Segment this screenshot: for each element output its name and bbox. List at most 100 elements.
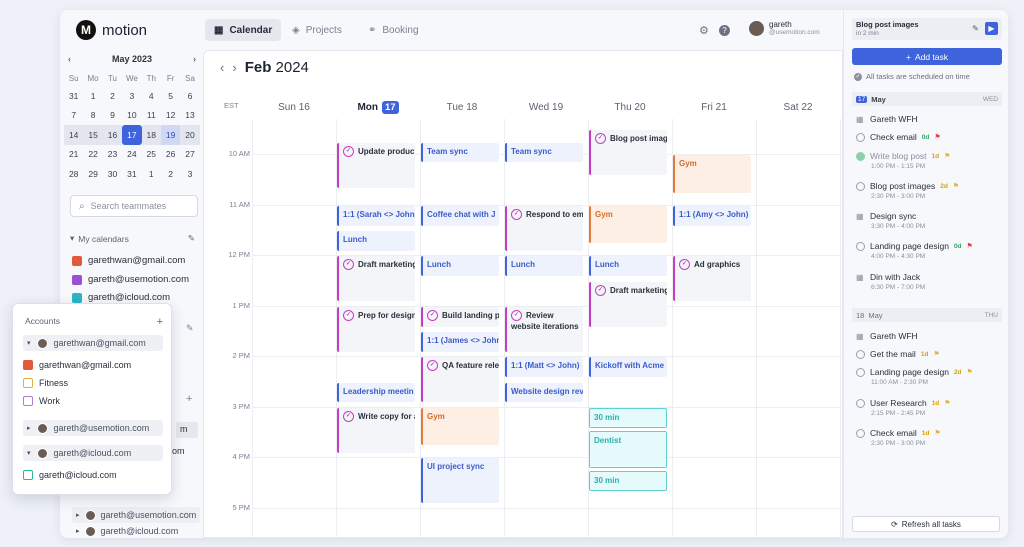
calendar-event[interactable]: Website design rev (505, 382, 583, 403)
mini-day[interactable]: 9 (103, 106, 122, 126)
edit-pencil-icon[interactable]: ✎ (186, 323, 194, 334)
mini-day[interactable]: 27 (180, 145, 199, 165)
calendar-item[interactable]: gareth@usemotion.com (72, 274, 189, 285)
day-header[interactable]: Sun 16 (252, 95, 336, 119)
mini-day[interactable]: 22 (83, 145, 102, 165)
task-item[interactable]: Blog post images 2d ⚑ 2:30 PM - 3:00 PM (856, 181, 1004, 200)
mini-day[interactable]: 16 (102, 125, 123, 145)
task-checkbox-icon[interactable] (856, 151, 865, 161)
help-icon[interactable]: ? (719, 25, 730, 36)
task-checkbox-icon[interactable] (856, 349, 865, 359)
add-account-plus-icon[interactable]: + (157, 316, 163, 328)
mini-day[interactable]: 29 (83, 164, 102, 184)
refresh-tasks-button[interactable]: ⟳ Refresh all tasks (852, 516, 1000, 532)
calendar-item[interactable]: gareth@icloud.com (72, 292, 170, 303)
calendar-event[interactable]: Write copy for a (337, 407, 415, 453)
calendar-event[interactable]: Ad graphics (673, 256, 751, 302)
task-item[interactable]: Write blog post 1d ⚑ 1:00 PM - 1:15 PM (856, 151, 1004, 170)
calendar-item[interactable]: garethwan@gmail.com (72, 255, 185, 266)
mini-day[interactable]: 2 (103, 86, 122, 106)
mini-day[interactable]: 15 (83, 125, 103, 145)
tab-booking[interactable]: ⚭ Booking (359, 19, 428, 41)
calendar-event[interactable]: 30 min (589, 407, 667, 428)
mini-day[interactable]: 10 (122, 106, 141, 126)
add-plus-icon[interactable]: + (186, 393, 192, 405)
calendar-event[interactable]: Dentist (589, 430, 667, 468)
task-item[interactable]: ▦ Din with Jack 6:30 PM - 7:00 PM (856, 272, 1004, 291)
mini-day[interactable]: 17 (122, 125, 142, 145)
task-item[interactable]: ▦ Gareth WFH (856, 114, 1004, 124)
calendar-event[interactable]: Blog post imag (589, 130, 667, 176)
task-item[interactable]: ▦ Gareth WFH (856, 331, 1004, 341)
task-item[interactable]: Landing page design 0d ⚑ 4:00 PM - 4:30 PM (856, 241, 1004, 260)
calendar-event[interactable]: Respond to em (505, 205, 583, 251)
calendar-event[interactable]: 1:1 (Sarah <> John (337, 205, 415, 226)
mini-day[interactable]: 20 (180, 125, 200, 145)
calendar-event[interactable]: 1:1 (James <> John (421, 332, 499, 352)
prev-month-chevron-icon[interactable]: ‹ (68, 54, 71, 64)
tab-projects[interactable]: ◈ Projects (283, 19, 351, 41)
calendar-event[interactable]: Team sync (421, 142, 499, 163)
account-group-icloud[interactable]: ▾ gareth@icloud.com (23, 445, 163, 461)
mini-day[interactable]: 3 (180, 164, 199, 184)
task-item[interactable]: Check email 0d ⚑ (856, 132, 1004, 142)
mini-day[interactable]: 12 (161, 106, 180, 126)
prev-week-chevron-icon[interactable]: ‹ (220, 60, 224, 75)
calendar-event[interactable]: Gym (589, 205, 667, 244)
calendar-item[interactable]: Fitness (23, 378, 163, 388)
mini-day[interactable]: 21 (64, 145, 83, 165)
task-checkbox-icon[interactable] (856, 132, 865, 142)
mini-day[interactable]: 7 (64, 106, 83, 126)
calendar-event[interactable]: UI project sync (421, 458, 499, 504)
checkbox[interactable] (23, 470, 33, 480)
add-task-button[interactable]: + Add task (852, 48, 1002, 65)
calendar-event[interactable]: Build landing p (421, 306, 499, 327)
mini-day[interactable]: 30 (103, 164, 122, 184)
calendar-event[interactable]: Update produc (337, 142, 415, 188)
task-checkbox-icon[interactable] (856, 181, 865, 191)
week-grid[interactable]: 10 AM 11 AM 12 PM 1 PM 2 PM 3 PM 4 PM 5 PM Updat… (228, 119, 844, 538)
mini-day[interactable]: 23 (103, 145, 122, 165)
account-group-gmail[interactable]: ▾ garethwan@gmail.com (23, 335, 163, 351)
mini-day[interactable]: 19 (160, 125, 181, 145)
my-calendars-header[interactable]: ▾ My calendars ✎ (70, 233, 195, 244)
task-item[interactable]: Landing page design 2d ⚑ 11:00 AM - 2:30 PM (856, 367, 1004, 386)
calendar-event[interactable]: Team sync (505, 142, 583, 163)
calendar-event[interactable]: Lunch (337, 231, 415, 251)
mini-day[interactable]: 31 (122, 164, 141, 184)
day-header[interactable]: Wed 19 (504, 95, 588, 119)
mini-day[interactable]: 25 (142, 145, 161, 165)
edit-pencil-icon[interactable]: ✎ (188, 233, 195, 244)
day-header[interactable]: Sat 22 (756, 95, 840, 119)
calendar-event[interactable]: 30 min (589, 470, 667, 491)
day-header[interactable]: Mon 17 (336, 95, 420, 119)
calendar-item[interactable]: garethwan@gmail.com (23, 360, 163, 370)
task-item[interactable]: ▦ Design sync 3:30 PM - 4:00 PM (856, 211, 1004, 230)
mini-day[interactable]: 4 (142, 86, 161, 106)
mini-day[interactable]: 5 (161, 86, 180, 106)
calendar-event[interactable]: Lunch (505, 256, 583, 277)
task-checkbox-icon[interactable] (856, 367, 865, 377)
mini-day[interactable]: 31 (64, 86, 83, 106)
task-checkbox-icon[interactable] (856, 241, 865, 251)
calendar-event[interactable]: Draft marketing (589, 281, 667, 327)
next-week-chevron-icon[interactable]: › (232, 60, 236, 75)
next-month-chevron-icon[interactable]: › (193, 54, 196, 64)
logo[interactable]: M motion (76, 20, 147, 40)
account-group-usemotion[interactable]: ▸ gareth@usemotion.com (23, 420, 163, 436)
mini-day[interactable]: 6 (180, 86, 199, 106)
mini-day[interactable]: 8 (83, 106, 102, 126)
task-checkbox-icon[interactable] (856, 398, 865, 408)
checkbox[interactable] (23, 378, 33, 388)
mini-day[interactable]: 18 (141, 125, 161, 145)
day-header[interactable]: Fri 21 (672, 95, 756, 119)
mini-day[interactable]: 13 (180, 106, 199, 126)
calendar-event[interactable]: QA feature rele (421, 357, 499, 403)
calendar-event[interactable]: Coffee chat with J (421, 205, 499, 226)
account-group-usemotion[interactable]: ▸ gareth@usemotion.com (72, 507, 200, 523)
search-teammates-input[interactable]: ⌕ Search teammates (70, 195, 198, 217)
task-checkbox-icon[interactable] (856, 428, 865, 438)
mini-day[interactable]: 14 (64, 125, 84, 145)
task-item[interactable]: Check email 1d ⚑ 2:30 PM - 3:00 PM (856, 428, 1004, 447)
calendar-event[interactable]: Gym (673, 155, 751, 193)
